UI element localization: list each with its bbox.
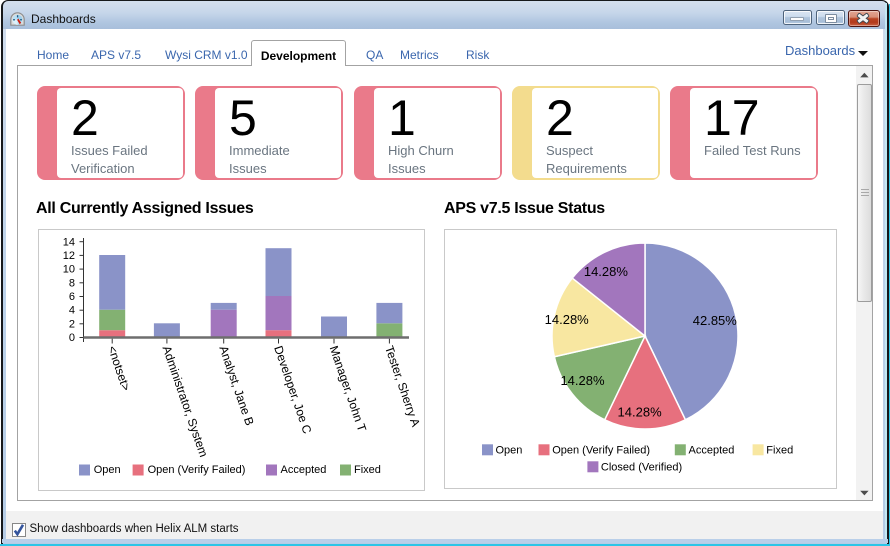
svg-text:2: 2	[69, 318, 75, 330]
svg-text:42.85%: 42.85%	[693, 313, 738, 328]
svg-text:Fixed: Fixed	[354, 464, 381, 476]
svg-text:14.28%: 14.28%	[584, 264, 629, 279]
svg-text:Fixed: Fixed	[766, 445, 793, 457]
svg-text:10: 10	[63, 264, 75, 276]
svg-text:6: 6	[69, 291, 75, 303]
svg-text:Accepted: Accepted	[689, 445, 735, 457]
svg-text:14: 14	[63, 236, 75, 248]
svg-text:0: 0	[69, 332, 75, 344]
svg-text:Open (Verify Failed): Open (Verify Failed)	[148, 464, 246, 476]
svg-text:14.28%: 14.28%	[545, 312, 590, 327]
svg-text:4: 4	[69, 305, 75, 317]
svg-text:<notset>: <notset>	[105, 344, 133, 393]
svg-text:Open: Open	[496, 445, 523, 457]
svg-text:Open (Verify Failed): Open (Verify Failed)	[552, 445, 650, 457]
svg-text:Analyst, Jane B: Analyst, Jane B	[216, 344, 256, 427]
svg-text:14.28%: 14.28%	[618, 405, 663, 420]
svg-text:8: 8	[69, 277, 75, 289]
svg-text:12: 12	[63, 250, 75, 262]
svg-text:Manager, John T: Manager, John T	[327, 344, 370, 434]
svg-text:Administrator, System: Administrator, System	[160, 344, 211, 459]
svg-text:14.28%: 14.28%	[560, 373, 605, 388]
svg-text:Closed (Verified): Closed (Verified)	[601, 462, 682, 474]
svg-text:Tester, Sherry A: Tester, Sherry A	[382, 344, 423, 429]
svg-text:Developer, Joe C: Developer, Joe C	[271, 344, 314, 436]
svg-text:Open: Open	[94, 464, 121, 476]
svg-text:Accepted: Accepted	[281, 464, 327, 476]
